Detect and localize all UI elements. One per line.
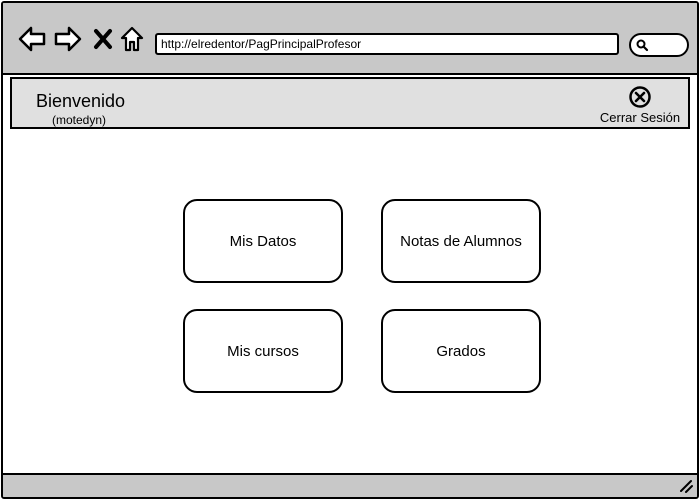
- username-label: (motedyn): [52, 113, 107, 127]
- mis-datos-button[interactable]: Mis Datos: [183, 199, 343, 283]
- welcome-title: Bienvenido: [36, 91, 126, 111]
- back-arrow-icon[interactable]: [17, 25, 47, 53]
- notas-de-alumnos-label: Notas de Alumnos: [400, 232, 522, 250]
- close-circle-icon: [629, 86, 651, 108]
- notas-de-alumnos-button[interactable]: Notas de Alumnos: [381, 199, 541, 283]
- home-icon[interactable]: [119, 25, 145, 53]
- address-bar[interactable]: http://elredentor/PagPrincipalProfesor: [155, 33, 619, 55]
- logout-button[interactable]: Cerrar Sesión: [592, 85, 688, 125]
- grados-button[interactable]: Grados: [381, 309, 541, 393]
- forward-arrow-icon[interactable]: [53, 25, 83, 53]
- close-icon[interactable]: [93, 28, 113, 50]
- mis-datos-label: Mis Datos: [229, 232, 297, 250]
- mis-cursos-label: Mis cursos: [227, 342, 299, 360]
- search-field[interactable]: [629, 33, 689, 57]
- resize-grip-icon[interactable]: [679, 479, 693, 493]
- status-bar: [3, 473, 697, 497]
- page-header: Bienvenido (motedyn) Cerrar Sesión: [10, 77, 690, 129]
- browser-toolbar: http://elredentor/PagPrincipalProfesor: [3, 3, 697, 75]
- grados-label: Grados: [436, 342, 486, 360]
- mis-cursos-button[interactable]: Mis cursos: [183, 309, 343, 393]
- browser-window: http://elredentor/PagPrincipalProfesor B…: [1, 1, 699, 499]
- search-icon: [636, 39, 649, 52]
- logout-label: Cerrar Sesión: [599, 110, 681, 125]
